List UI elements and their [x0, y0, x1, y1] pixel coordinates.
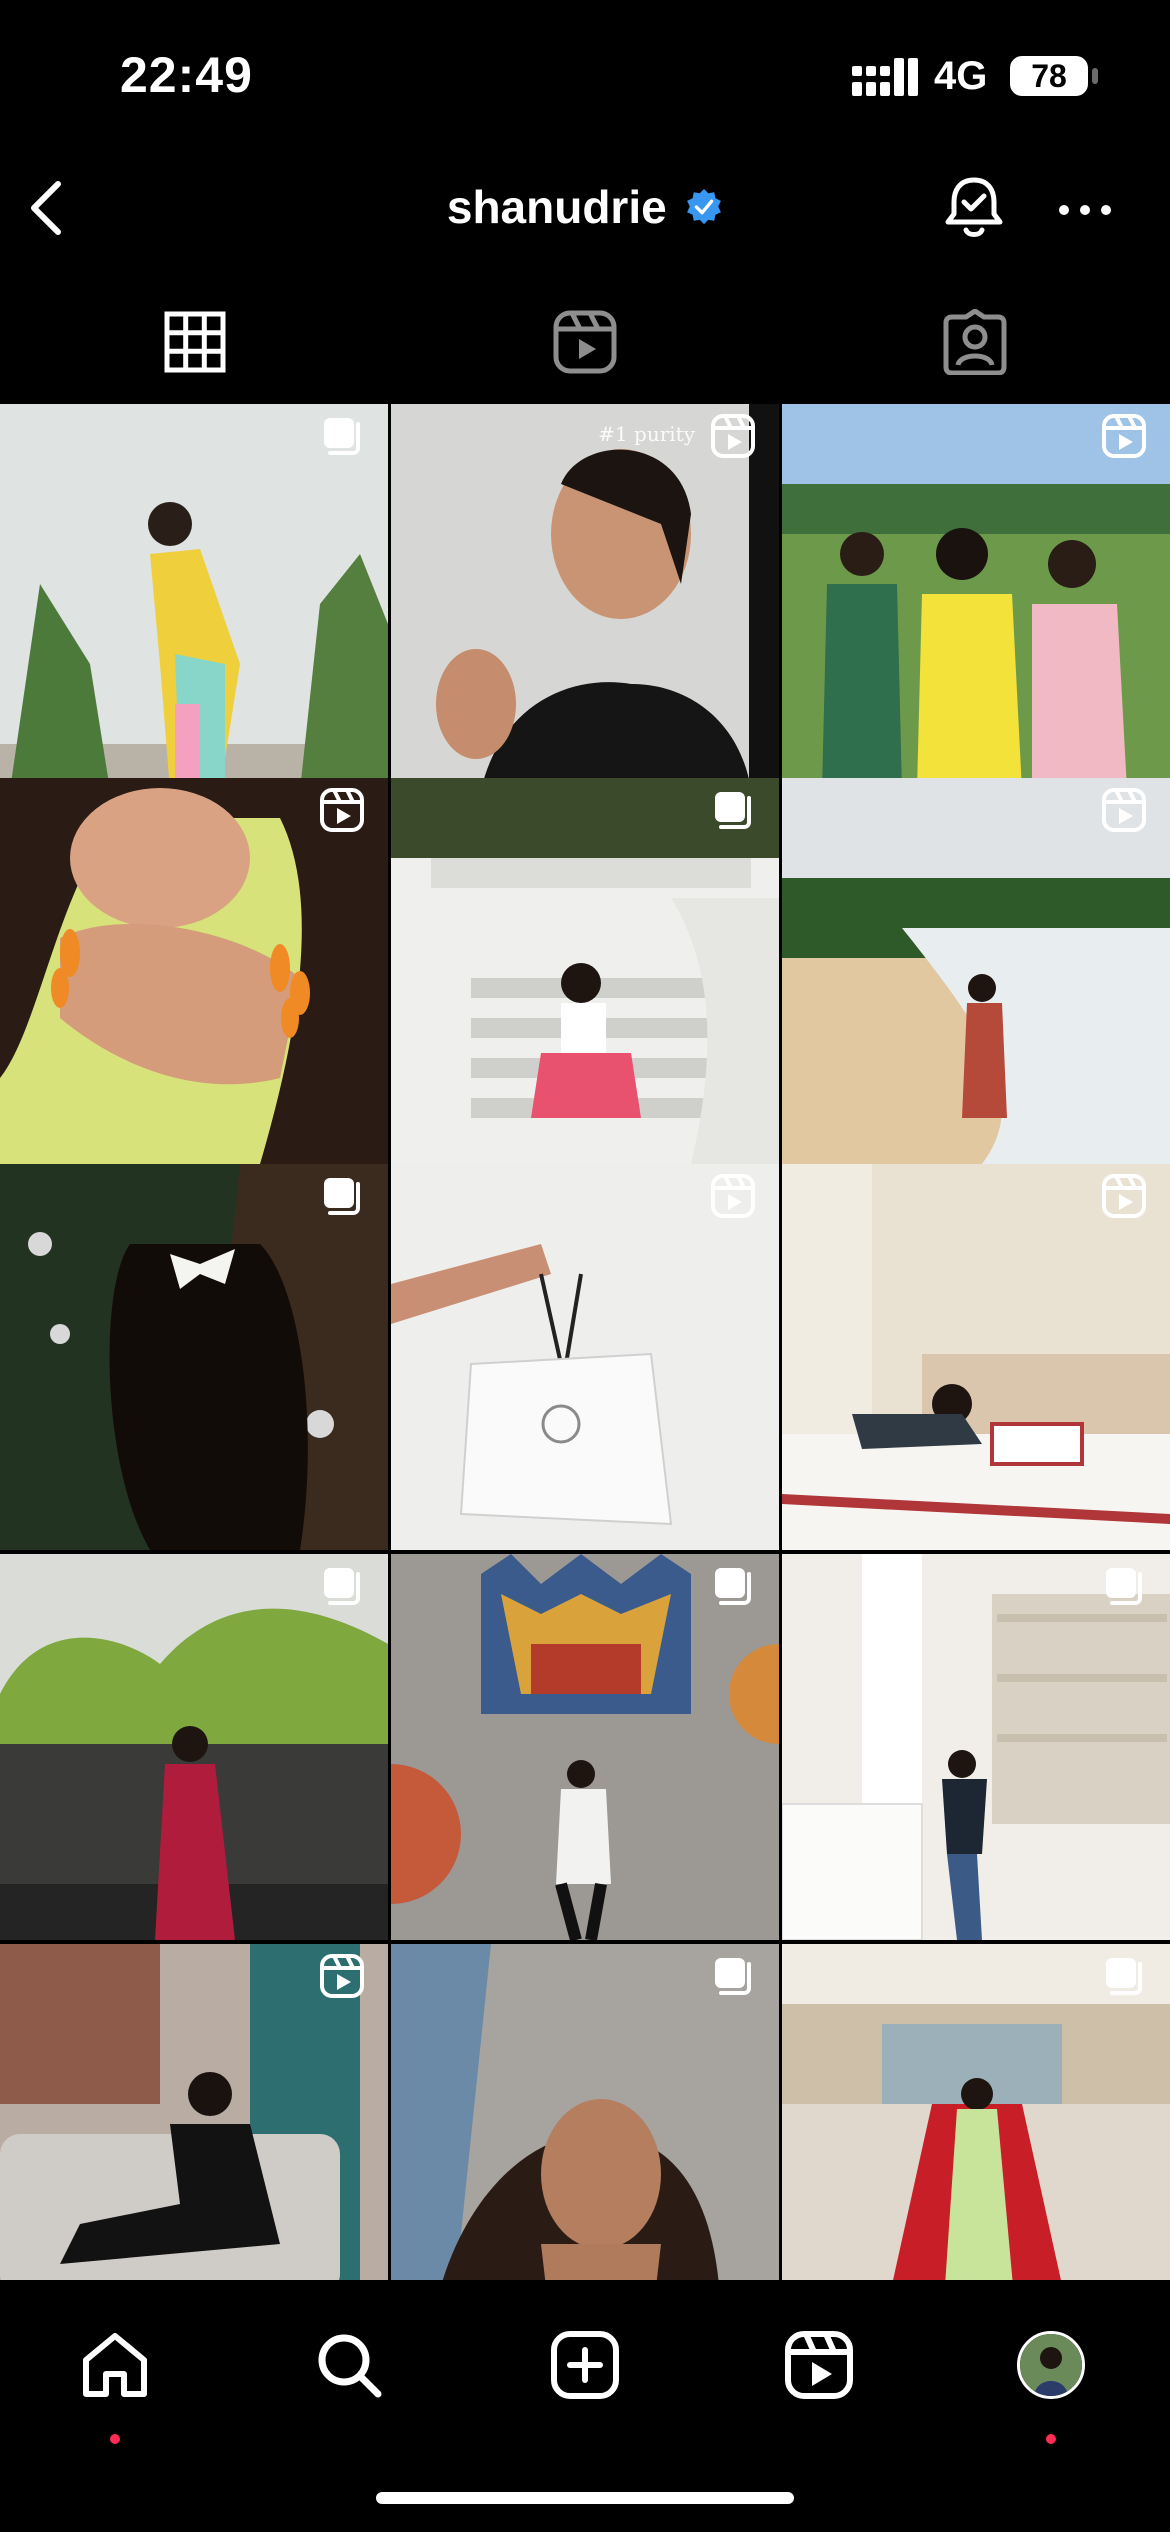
post-image [782, 1554, 1170, 1940]
post-tile[interactable] [782, 1944, 1170, 2280]
profile-avatar [1017, 2331, 1085, 2399]
post-tile[interactable]: #1 purity [391, 404, 779, 790]
carousel-badge-icon [1100, 1952, 1148, 2000]
tagged-person-icon [943, 309, 1007, 375]
carousel-badge-icon [709, 786, 757, 834]
carousel-badge-icon [709, 1952, 757, 2000]
profile-notification-dot [1046, 2434, 1056, 2444]
post-tile[interactable] [391, 1944, 779, 2280]
post-image [0, 1554, 388, 1940]
posts-grid: #1 purity [0, 404, 1170, 2280]
reel-badge-icon [318, 786, 366, 834]
carousel-badge-icon [1100, 1562, 1148, 1610]
bell-check-icon [945, 177, 1003, 237]
post-image [782, 404, 1170, 790]
battery-level: 78 [1010, 56, 1088, 96]
post-tile[interactable] [0, 1164, 388, 1550]
carousel-badge-icon [318, 412, 366, 460]
post-image [391, 1164, 779, 1550]
post-image [0, 404, 388, 790]
reels-icon [785, 2331, 853, 2399]
home-icon [83, 2333, 147, 2397]
post-tile[interactable] [782, 404, 1170, 790]
verified-badge-icon [687, 188, 722, 225]
reel-badge-icon [1100, 412, 1148, 460]
post-tile[interactable] [0, 404, 388, 790]
reel-badge-icon [1100, 786, 1148, 834]
tab-tagged[interactable] [780, 280, 1170, 404]
status-bar: 22:49 4G 78 [0, 0, 1170, 150]
profile-tabs [0, 280, 1170, 404]
reel-badge-icon [709, 1172, 757, 1220]
reel-badge-icon [318, 1952, 366, 2000]
status-time: 22:49 [120, 47, 253, 103]
nav-reels[interactable] [774, 2320, 864, 2410]
post-tile[interactable] [391, 1554, 779, 1940]
more-horizontal-icon [1059, 205, 1111, 215]
battery-nub [1092, 68, 1098, 84]
post-tile[interactable] [782, 1554, 1170, 1940]
tab-posts-grid[interactable] [0, 280, 390, 404]
network-type: 4G [934, 54, 988, 98]
post-image [782, 1164, 1170, 1550]
notifications-button[interactable] [940, 172, 1008, 244]
post-image [391, 1554, 779, 1940]
reel-badge-icon [1100, 1172, 1148, 1220]
nav-profile[interactable] [1006, 2320, 1096, 2410]
post-image [391, 404, 779, 790]
reel-badge-icon [709, 412, 757, 460]
post-tile[interactable] [782, 778, 1170, 1164]
more-options-button[interactable] [1056, 190, 1114, 230]
post-image [391, 778, 779, 1164]
post-tile[interactable] [0, 778, 388, 1164]
nav-search[interactable] [304, 2320, 394, 2410]
reels-icon [553, 310, 617, 374]
plus-square-icon [551, 2331, 619, 2399]
home-notification-dot [110, 2434, 120, 2444]
nav-home[interactable] [70, 2320, 160, 2410]
tab-reels[interactable] [390, 280, 780, 404]
carousel-badge-icon [318, 1172, 366, 1220]
grid-icon [164, 311, 226, 373]
username: shanudrie [446, 181, 667, 233]
carousel-badge-icon [318, 1562, 366, 1610]
post-image [0, 1164, 388, 1550]
carousel-badge-icon [709, 1562, 757, 1610]
post-tile[interactable] [0, 1944, 388, 2280]
post-image [0, 778, 388, 1164]
post-tile[interactable] [782, 1164, 1170, 1550]
signal-strength-icon [852, 58, 918, 96]
post-image [782, 778, 1170, 1164]
post-tile[interactable] [391, 778, 779, 1164]
post-tile[interactable] [0, 1554, 388, 1940]
nav-create[interactable] [540, 2320, 630, 2410]
post-tile[interactable] [391, 1164, 779, 1550]
profile-header: shanudrie [0, 150, 1170, 270]
post-caption-overlay: #1 purity [598, 422, 695, 446]
home-indicator[interactable] [376, 2492, 794, 2504]
search-icon [318, 2334, 382, 2398]
